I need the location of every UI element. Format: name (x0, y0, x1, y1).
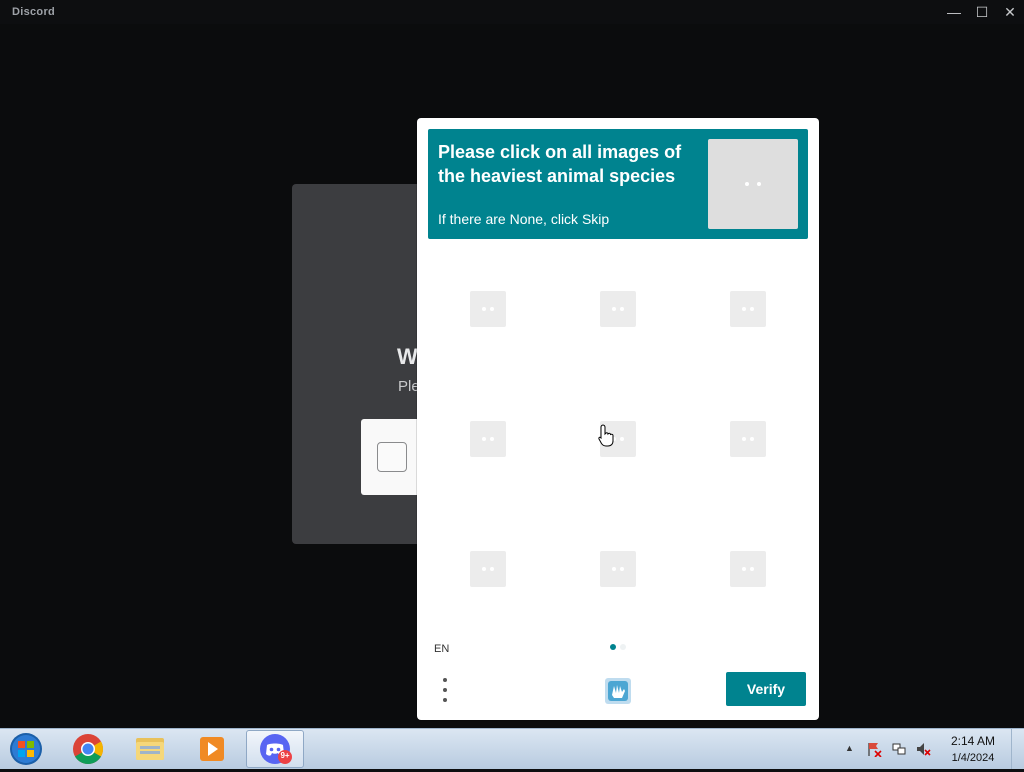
taskbar-chrome[interactable] (60, 730, 116, 766)
taskbar-file-explorer[interactable] (122, 730, 178, 766)
prompt-text: Please click on all images of the heavie… (438, 142, 682, 186)
maximize-button[interactable]: ☐ (968, 2, 996, 22)
prompt-hint: If there are None, click Skip (438, 211, 610, 227)
app-title: Discord (12, 6, 56, 18)
title-bar: Discord — ☐ ✕ (0, 0, 1024, 24)
image-placeholder-icon (730, 421, 766, 457)
network-icon[interactable] (891, 741, 907, 757)
chrome-icon (73, 734, 104, 765)
image-placeholder-icon (730, 551, 766, 587)
challenge-image-tile[interactable] (683, 244, 813, 374)
minimize-button[interactable]: — (940, 2, 968, 22)
clock-time[interactable]: 2:14 AM (944, 734, 1002, 748)
hand-cursor-icon (598, 424, 614, 447)
discord-notification-badge: 9+ (280, 751, 290, 760)
challenge-image-tile[interactable] (553, 244, 683, 374)
challenge-image-tile[interactable] (423, 374, 553, 504)
image-placeholder-icon (600, 551, 636, 587)
page-dot (620, 644, 626, 650)
image-placeholder-icon (470, 291, 506, 327)
taskbar: 9+ ▲ 2:14 AM 1/4/2024 (0, 728, 1024, 769)
action-center-flag-icon[interactable] (866, 741, 882, 757)
example-image (708, 139, 798, 229)
language-selector[interactable]: EN (434, 643, 449, 655)
challenge-prompt: Please click on all images of the heavie… (428, 129, 808, 239)
clock-date[interactable]: 1/4/2024 (944, 752, 1002, 764)
show-desktop-button[interactable] (1011, 729, 1024, 769)
challenge-image-tile[interactable] (423, 504, 553, 634)
image-placeholder-icon (730, 291, 766, 327)
page-dot-active (610, 644, 616, 650)
verify-button[interactable]: Verify (726, 672, 806, 706)
image-placeholder-icon (745, 182, 761, 186)
image-placeholder-icon (600, 291, 636, 327)
show-hidden-icons-button[interactable]: ▲ (845, 743, 854, 753)
challenge-image-tile[interactable] (553, 504, 683, 634)
media-player-icon (200, 737, 224, 761)
taskbar-discord[interactable]: 9+ (246, 730, 304, 768)
folder-icon (136, 738, 164, 760)
challenge-image-tile[interactable] (423, 244, 553, 374)
page-indicator (608, 644, 638, 652)
volume-muted-icon[interactable] (915, 741, 931, 757)
hcaptcha-logo-icon (605, 678, 631, 704)
taskbar-media-player[interactable] (184, 730, 240, 766)
discord-icon (260, 734, 292, 764)
challenge-image-tile[interactable] (683, 374, 813, 504)
menu-button[interactable] (435, 676, 455, 704)
start-button[interactable] (6, 730, 46, 768)
image-placeholder-icon (470, 421, 506, 457)
challenge-image-tile[interactable] (553, 374, 683, 504)
challenge-image-tile[interactable] (683, 504, 813, 634)
captcha-challenge: Please click on all images of the heavie… (417, 118, 819, 720)
close-button[interactable]: ✕ (996, 2, 1024, 22)
image-placeholder-icon (470, 551, 506, 587)
verification-title: W (397, 344, 418, 369)
captcha-checkbox[interactable] (377, 442, 407, 472)
